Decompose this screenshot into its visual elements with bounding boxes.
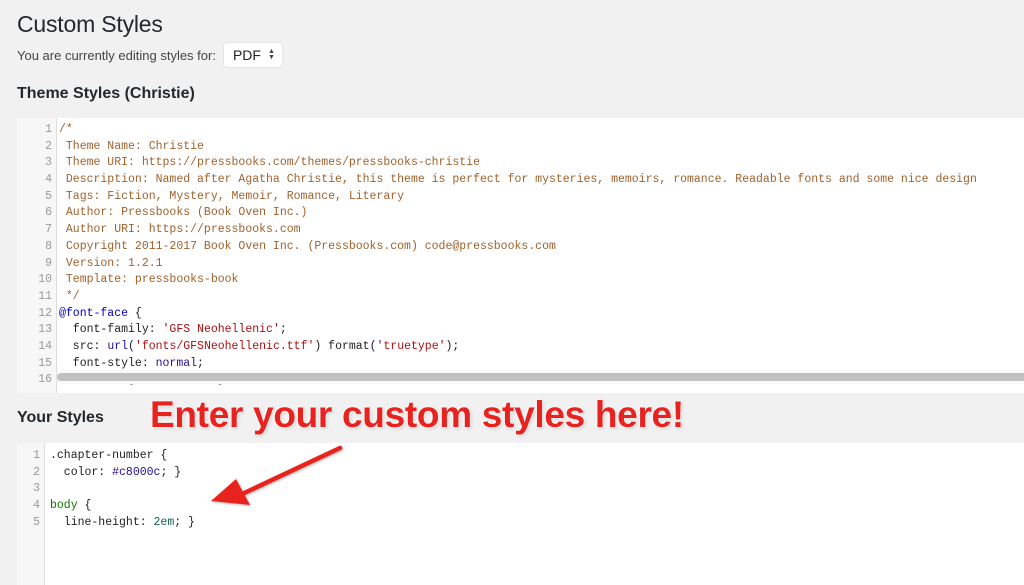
line-number: 2 (45, 139, 52, 153)
code-text: line-height: 2em; } (50, 515, 195, 529)
code-text: Description: Named after Agatha Christie… (59, 173, 977, 187)
code-text: Copyright 2011-2017 Book Oven Inc. (Pres… (59, 239, 556, 253)
format-select-value: PDF (232, 47, 261, 63)
line-number: 1 (45, 123, 52, 136)
code-line[interactable]: 4 body { (17, 498, 1024, 515)
code-text: Template: pressbooks-book (59, 273, 239, 287)
code-line[interactable]: 4 Description: Named after Agatha Christ… (17, 172, 1024, 189)
select-arrows-icon: ▲ ▼ (268, 48, 275, 61)
line-number: 8 (45, 239, 52, 253)
code-line[interactable]: 3 Theme URI: https://pressbooks.com/them… (17, 155, 1024, 172)
code-lines: 1/* 2 Theme Name: Christie 3 Theme URI: ht… (17, 122, 1024, 389)
line-number: 6 (45, 206, 52, 220)
your-styles-heading: Your Styles (17, 409, 104, 426)
line-number: 5 (33, 515, 40, 529)
code-line[interactable]: 14 src: url('fonts/GFSNeohellenic.ttf') … (17, 339, 1024, 356)
editing-format-label: You are currently editing styles for: (17, 47, 216, 63)
line-number: 4 (45, 173, 52, 187)
code-text: */ (59, 289, 80, 303)
theme-styles-heading: Theme Styles (Christie) (17, 85, 195, 102)
line-number: 5 (45, 189, 52, 203)
code-line[interactable]: 5 line-height: 2em; } (17, 515, 1024, 532)
code-line[interactable]: 3 (17, 481, 1024, 498)
code-line[interactable]: 5 Tags: Fiction, Mystery, Memoir, Romanc… (17, 189, 1024, 206)
code-text: Theme Name: Christie (59, 139, 204, 153)
line-number: 12 (38, 306, 52, 320)
line-number: 11 (38, 289, 52, 303)
code-text: Author: Pressbooks (Book Oven Inc.) (59, 206, 308, 220)
code-line[interactable]: 12 @font-face { (17, 306, 1024, 323)
theme-styles-editor[interactable]: 1/* 2 Theme Name: Christie 3 Theme URI: ht… (17, 118, 1024, 393)
line-number: 4 (33, 499, 40, 513)
code-lines: 1 .chapter-number {2 color: #c8000c; } 3 4 b… (17, 448, 1024, 531)
line-number: 3 (45, 156, 52, 170)
code-text: src: url('fonts/GFSNeohellenic.ttf') for… (59, 339, 460, 353)
line-number: 9 (45, 256, 52, 270)
horizontal-scrollbar-thumb[interactable] (57, 373, 1024, 381)
code-text: @font-face { (59, 306, 142, 320)
line-number: 14 (38, 339, 52, 353)
code-line[interactable]: 7 Author URI: https://pressbooks.com (17, 222, 1024, 239)
code-text: .chapter-number { (50, 449, 168, 462)
annotation-callout: Enter your custom styles here! (150, 394, 684, 435)
line-number: 7 (45, 223, 52, 237)
code-line[interactable]: 1 /* (17, 122, 1024, 139)
code-text: Version: 1.2.1 (59, 256, 163, 270)
code-text: body { (50, 499, 92, 513)
code-line[interactable]: 8 Copyright 2011-2017 Book Oven Inc. (Pr… (17, 239, 1024, 256)
code-text: Tags: Fiction, Mystery, Memoir, Romance,… (59, 189, 405, 203)
editing-format-row: You are currently editing styles for: PD… (17, 42, 283, 68)
code-text: /* (59, 123, 73, 136)
page-title: Custom Styles (17, 11, 163, 37)
code-line[interactable]: 2 Theme Name: Christie (17, 139, 1024, 156)
code-line[interactable]: 10 Template: pressbooks-book (17, 272, 1024, 289)
your-styles-editor[interactable]: 1 .chapter-number {2 color: #c8000c; } 3 4 b… (17, 443, 1024, 585)
code-text: Author URI: https://pressbooks.com (59, 223, 301, 237)
line-number: 2 (33, 465, 40, 479)
code-line[interactable]: 6 Author: Pressbooks (Book Oven Inc.) (17, 205, 1024, 222)
line-number: 15 (38, 356, 52, 370)
code-line[interactable]: 9 Version: 1.2.1 (17, 256, 1024, 273)
line-number: 3 (33, 482, 40, 496)
code-line[interactable]: 13 font-family: 'GFS Neohellenic'; (17, 322, 1024, 339)
code-text: font-family: 'GFS Neohellenic'; (59, 323, 287, 337)
code-line[interactable]: 1 .chapter-number { (17, 448, 1024, 465)
line-number: 1 (33, 449, 40, 462)
code-line[interactable]: 11 */ (17, 289, 1024, 306)
code-text: Theme URI: https://pressbooks.com/themes… (59, 156, 480, 170)
code-text: color: #c8000c; } (50, 465, 182, 479)
line-number: 13 (38, 323, 52, 337)
format-select[interactable]: PDF ▲ ▼ (222, 42, 283, 68)
line-number: 10 (38, 273, 52, 287)
code-line[interactable]: 2 color: #c8000c; } (17, 465, 1024, 482)
line-number: 16 (38, 373, 52, 387)
